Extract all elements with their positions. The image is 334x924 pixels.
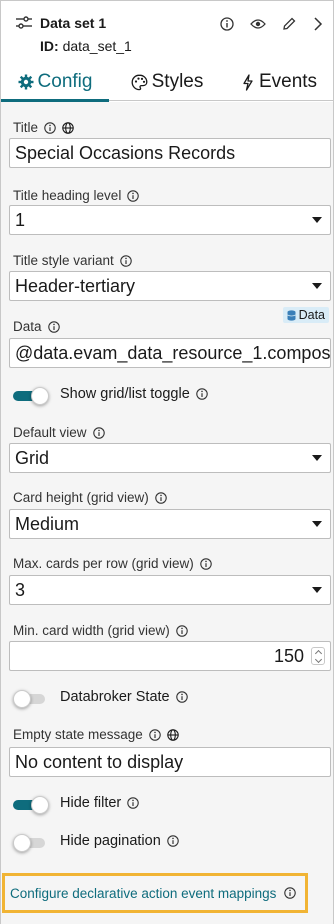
card-height-label: Card height (grid view) — [13, 490, 167, 505]
info-icon[interactable] — [167, 835, 179, 847]
hide-pagination-label: Hide pagination — [60, 833, 179, 849]
info-icon[interactable] — [216, 13, 238, 35]
sliders-icon — [15, 15, 33, 31]
panel-header: Data set 1 ID: data_set_1 — [1, 1, 333, 63]
info-icon[interactable] — [155, 491, 167, 504]
tab-config[interactable]: Config — [1, 63, 109, 102]
palette-icon — [131, 74, 152, 91]
component-title: Data set 1 — [40, 15, 107, 31]
info-icon[interactable] — [127, 189, 140, 202]
pencil-icon[interactable] — [278, 13, 300, 35]
max-cards-select[interactable]: 3 — [9, 575, 331, 605]
eye-icon[interactable] — [247, 13, 269, 35]
data-badge: Data — [282, 307, 329, 323]
number-stepper[interactable] — [311, 647, 325, 665]
tab-styles[interactable]: Styles — [109, 63, 225, 101]
globe-icon[interactable] — [167, 728, 179, 741]
max-cards-label: Max. cards per row (grid view) — [13, 556, 212, 571]
info-icon[interactable] — [47, 320, 60, 333]
tab-events-label: Events — [258, 71, 318, 92]
properties-panel: Data set 1 ID: data_set_1 Config Styles — [0, 0, 334, 924]
chevron-right-icon[interactable] — [307, 13, 329, 35]
info-icon[interactable] — [149, 728, 161, 741]
info-icon[interactable] — [196, 388, 208, 400]
info-icon[interactable] — [200, 557, 212, 570]
style-variant-select[interactable]: Header-tertiary — [9, 271, 331, 301]
hide-filter-label: Hide filter — [60, 795, 139, 811]
info-icon[interactable] — [175, 691, 188, 703]
info-icon[interactable] — [176, 624, 188, 637]
hide-filter-toggle[interactable] — [13, 796, 49, 814]
component-id: ID: data_set_1 — [40, 38, 132, 54]
card-height-select[interactable]: Medium — [9, 509, 331, 539]
tab-events[interactable]: Events — [225, 63, 333, 101]
globe-icon[interactable] — [62, 121, 74, 134]
min-width-label: Min. card width (grid view) — [13, 623, 188, 638]
info-icon[interactable] — [44, 121, 56, 134]
tab-config-label: Config — [37, 71, 93, 92]
config-form: Title Special Occasions Records Title he… — [1, 102, 333, 924]
chevron-down-icon — [312, 521, 322, 527]
empty-state-label: Empty state message — [13, 727, 179, 742]
data-field-label: Data — [13, 319, 60, 334]
min-width-input[interactable]: 150 — [9, 641, 331, 671]
info-icon[interactable] — [127, 797, 139, 809]
style-variant-label: Title style variant — [13, 253, 132, 268]
heading-level-label: Title heading level — [13, 188, 140, 203]
info-icon[interactable] — [284, 887, 297, 899]
title-field-label: Title — [13, 120, 74, 135]
configure-action-mappings: Configure declarative action event mappi… — [2, 873, 308, 913]
configure-action-mappings-link[interactable]: Configure declarative action event mappi… — [10, 886, 276, 901]
data-input[interactable]: @data.evam_data_resource_1.compos — [9, 338, 331, 368]
tab-bar: Config Styles Events — [1, 63, 333, 102]
info-icon[interactable] — [120, 254, 132, 267]
empty-state-input[interactable]: No content to display — [9, 747, 331, 777]
gear-icon — [18, 74, 38, 90]
hide-pagination-toggle[interactable] — [13, 834, 49, 852]
database-icon — [286, 309, 296, 321]
chevron-down-icon — [312, 217, 322, 223]
title-input[interactable]: Special Occasions Records — [9, 138, 331, 168]
databroker-label: Databroker State — [60, 689, 188, 705]
default-view-select[interactable]: Grid — [9, 443, 331, 473]
databroker-toggle[interactable] — [13, 690, 49, 708]
chevron-down-icon — [312, 587, 322, 593]
chevron-down-icon — [312, 455, 322, 461]
default-view-label: Default view — [13, 425, 105, 440]
lightning-icon — [241, 73, 259, 91]
show-grid-list-label: Show grid/list toggle — [60, 386, 208, 402]
tab-styles-label: Styles — [151, 71, 204, 92]
show-grid-list-toggle[interactable] — [13, 387, 49, 405]
info-icon[interactable] — [92, 426, 105, 439]
chevron-down-icon — [312, 283, 322, 289]
heading-level-select[interactable]: 1 — [9, 205, 331, 235]
